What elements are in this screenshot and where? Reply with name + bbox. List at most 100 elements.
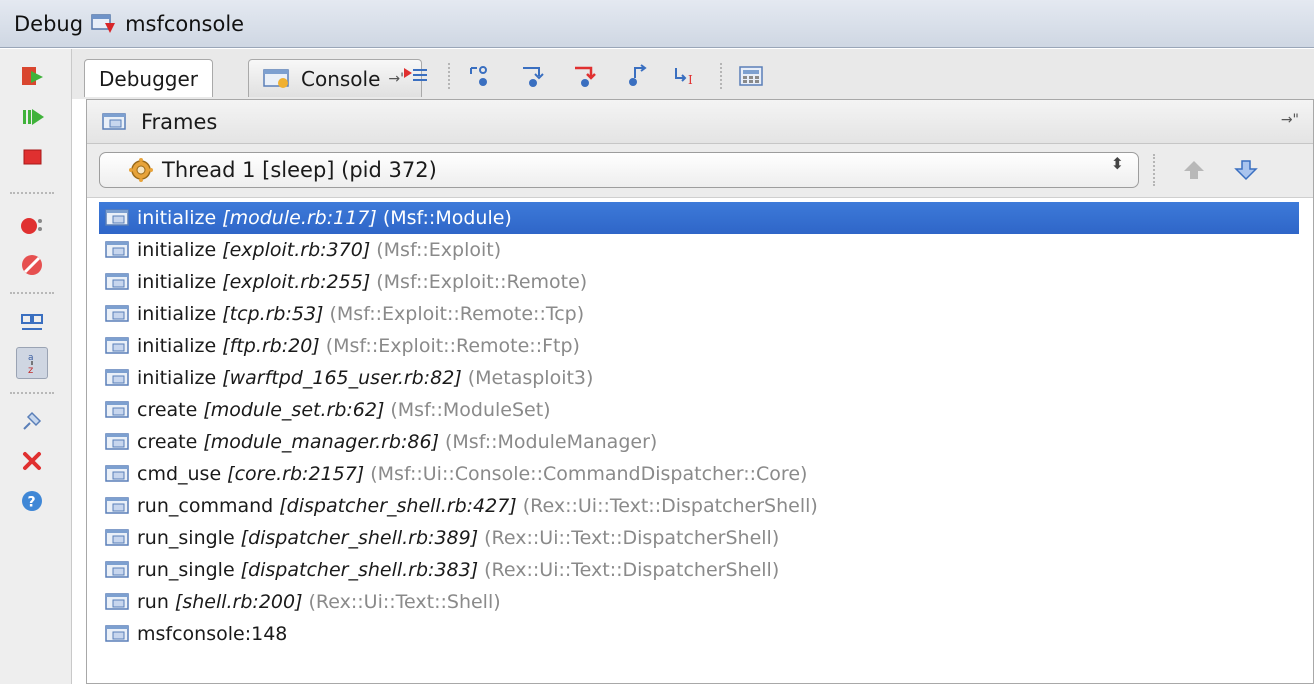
frame-class: (Rex::Ui::Text::DispatcherShell) xyxy=(522,495,818,517)
tab-debugger[interactable]: Debugger xyxy=(84,59,213,97)
frame-row[interactable]: initialize [module.rb:117] (Msf::Module) xyxy=(99,202,1299,234)
stack-frame-icon xyxy=(105,369,131,387)
frame-class: (Msf::Ui::Console::CommandDispatcher::Co… xyxy=(370,463,808,485)
frame-location: [exploit.rb:255] xyxy=(222,271,371,293)
frame-method: initialize xyxy=(137,335,217,357)
previous-frame-icon[interactable] xyxy=(1179,156,1209,184)
stack-frame-icon xyxy=(105,241,131,259)
frame-location: [tcp.rb:53] xyxy=(222,303,324,325)
run-to-cursor-icon[interactable]: I xyxy=(672,63,702,89)
frame-location: [module_manager.rb:86] xyxy=(203,431,439,453)
show-execution-point-icon[interactable] xyxy=(400,63,430,89)
frame-location: [core.rb:2157] xyxy=(227,463,365,485)
frame-method: cmd_use xyxy=(137,463,222,485)
stack-frame-icon xyxy=(105,273,131,291)
tab-console-label: Console xyxy=(301,66,381,91)
updown-arrows-icon: ⬍ xyxy=(1110,154,1124,173)
thread-selector-row: Thread 1 [sleep] (pid 372) ⬍ xyxy=(87,144,1313,198)
force-step-into-icon[interactable] xyxy=(570,63,600,89)
close-icon[interactable] xyxy=(16,445,48,477)
stack-frame-icon xyxy=(105,433,131,451)
frame-method: run_single xyxy=(137,527,235,549)
ruby-run-config-icon xyxy=(91,13,117,35)
stack-frame-icon xyxy=(105,337,131,355)
frame-method: initialize xyxy=(137,207,217,229)
frame-row[interactable]: run_command [dispatcher_shell.rb:427] (Rex… xyxy=(99,490,1299,522)
resume-icon[interactable] xyxy=(16,101,48,133)
toolbar-separator xyxy=(10,192,54,194)
step-out-icon[interactable] xyxy=(622,63,652,89)
tab-console[interactable]: Console →" xyxy=(248,59,422,97)
toolbar-separator xyxy=(448,63,450,89)
frame-location: [dispatcher_shell.rb:389] xyxy=(240,527,479,549)
frame-class: (Msf::Exploit::Remote::Tcp) xyxy=(329,303,585,325)
mute-breakpoints-icon[interactable] xyxy=(16,249,48,281)
stack-frame-icon xyxy=(105,209,131,227)
stack-frame-icon xyxy=(105,561,131,579)
frame-row[interactable]: initialize [exploit.rb:370] (Msf::Exploit) xyxy=(99,234,1299,266)
title-bar: Debug msfconsole xyxy=(0,0,1314,48)
frame-location: [module_set.rb:62] xyxy=(203,399,385,421)
frame-row[interactable]: initialize [exploit.rb:255] (Msf::Exploit:… xyxy=(99,266,1299,298)
svg-text:z: z xyxy=(28,365,33,376)
frame-method: initialize xyxy=(137,271,217,293)
step-over-icon[interactable] xyxy=(466,63,496,89)
frame-location: [dispatcher_shell.rb:427] xyxy=(279,495,517,517)
help-icon[interactable]: ? xyxy=(16,485,48,517)
stack-frame-icon xyxy=(105,465,131,483)
frame-row[interactable]: create [module_set.rb:62] (Msf::ModuleSet) xyxy=(99,394,1299,426)
frame-location: [warftpd_165_user.rb:82] xyxy=(222,367,462,389)
frame-class: (Msf::ModuleManager) xyxy=(445,431,658,453)
frames-panel: Frames →" Thread 1 [sleep] (pid 372) ⬍ i… xyxy=(86,99,1314,684)
frame-class: (Msf::Exploit::Remote) xyxy=(376,271,588,293)
frame-row[interactable]: initialize [tcp.rb:53] (Msf::Exploit::Remo… xyxy=(99,298,1299,330)
frames-panel-header: Frames →" xyxy=(87,100,1313,144)
stop-icon[interactable] xyxy=(16,141,48,173)
frame-row[interactable]: run_single [dispatcher_shell.rb:389] (Rex:… xyxy=(99,522,1299,554)
frame-location: [module.rb:117] xyxy=(222,207,377,229)
frame-row[interactable]: msfconsole:148 xyxy=(99,618,1299,650)
frame-row[interactable]: initialize [warftpd_165_user.rb:82] (Metas… xyxy=(99,362,1299,394)
frame-location: [shell.rb:200] xyxy=(174,591,303,613)
view-breakpoints-icon[interactable] xyxy=(16,209,48,241)
frame-location: [ftp.rb:20] xyxy=(222,335,320,357)
frame-class: (Msf::Exploit::Remote::Ftp) xyxy=(325,335,580,357)
thread-selector-value: Thread 1 [sleep] (pid 372) xyxy=(162,158,437,182)
frame-row[interactable]: initialize [ftp.rb:20] (Msf::Exploit::Remo… xyxy=(99,330,1299,362)
toolbar-separator xyxy=(10,392,54,394)
frame-class: (Msf::Module) xyxy=(382,207,512,229)
stack-frame-icon xyxy=(105,305,131,323)
frame-row[interactable]: run [shell.rb:200] (Rex::Ui::Text::Shell) xyxy=(99,586,1299,618)
restore-layout-icon[interactable] xyxy=(16,307,48,339)
toolbar-separator xyxy=(720,63,722,89)
frame-method: msfconsole:148 xyxy=(137,623,288,645)
stack-frame-icon xyxy=(105,497,131,515)
frame-method: create xyxy=(137,399,198,421)
title-prefix: Debug xyxy=(14,11,84,36)
frame-class: (Msf::Exploit) xyxy=(376,239,502,261)
pin-icon[interactable] xyxy=(16,405,48,437)
frames-list: initialize [module.rb:117] (Msf::Module) in… xyxy=(99,202,1299,650)
sort-alphabetically-icon[interactable]: az xyxy=(16,347,48,379)
frames-icon xyxy=(101,112,129,132)
stack-frame-icon xyxy=(105,593,131,611)
tab-debugger-label: Debugger xyxy=(99,66,198,91)
stack-frame-icon xyxy=(105,529,131,547)
frame-method: initialize xyxy=(137,367,217,389)
thread-selector[interactable]: Thread 1 [sleep] (pid 372) ⬍ xyxy=(99,152,1139,188)
frame-row[interactable]: create [module_manager.rb:86] (Msf::Module… xyxy=(99,426,1299,458)
step-into-icon[interactable] xyxy=(518,63,548,89)
frame-row[interactable]: run_single [dispatcher_shell.rb:383] (Rex:… xyxy=(99,554,1299,586)
frame-class: (Metasploit3) xyxy=(467,367,594,389)
toolbar-separator xyxy=(1153,154,1155,186)
next-frame-icon[interactable] xyxy=(1231,156,1261,184)
run-config-name: msfconsole xyxy=(125,11,245,36)
frames-panel-title: Frames xyxy=(141,109,218,134)
pin-panel-icon[interactable]: →" xyxy=(1281,112,1299,128)
toolbar-separator xyxy=(10,292,54,294)
frame-class: (Rex::Ui::Text::DispatcherShell) xyxy=(484,559,780,581)
frame-row[interactable]: cmd_use [core.rb:2157] (Msf::Ui::Console::… xyxy=(99,458,1299,490)
rerun-icon[interactable] xyxy=(16,61,48,93)
evaluate-expression-icon[interactable] xyxy=(736,63,766,89)
debug-tabs-row: Debugger Console →" I xyxy=(72,49,1314,99)
